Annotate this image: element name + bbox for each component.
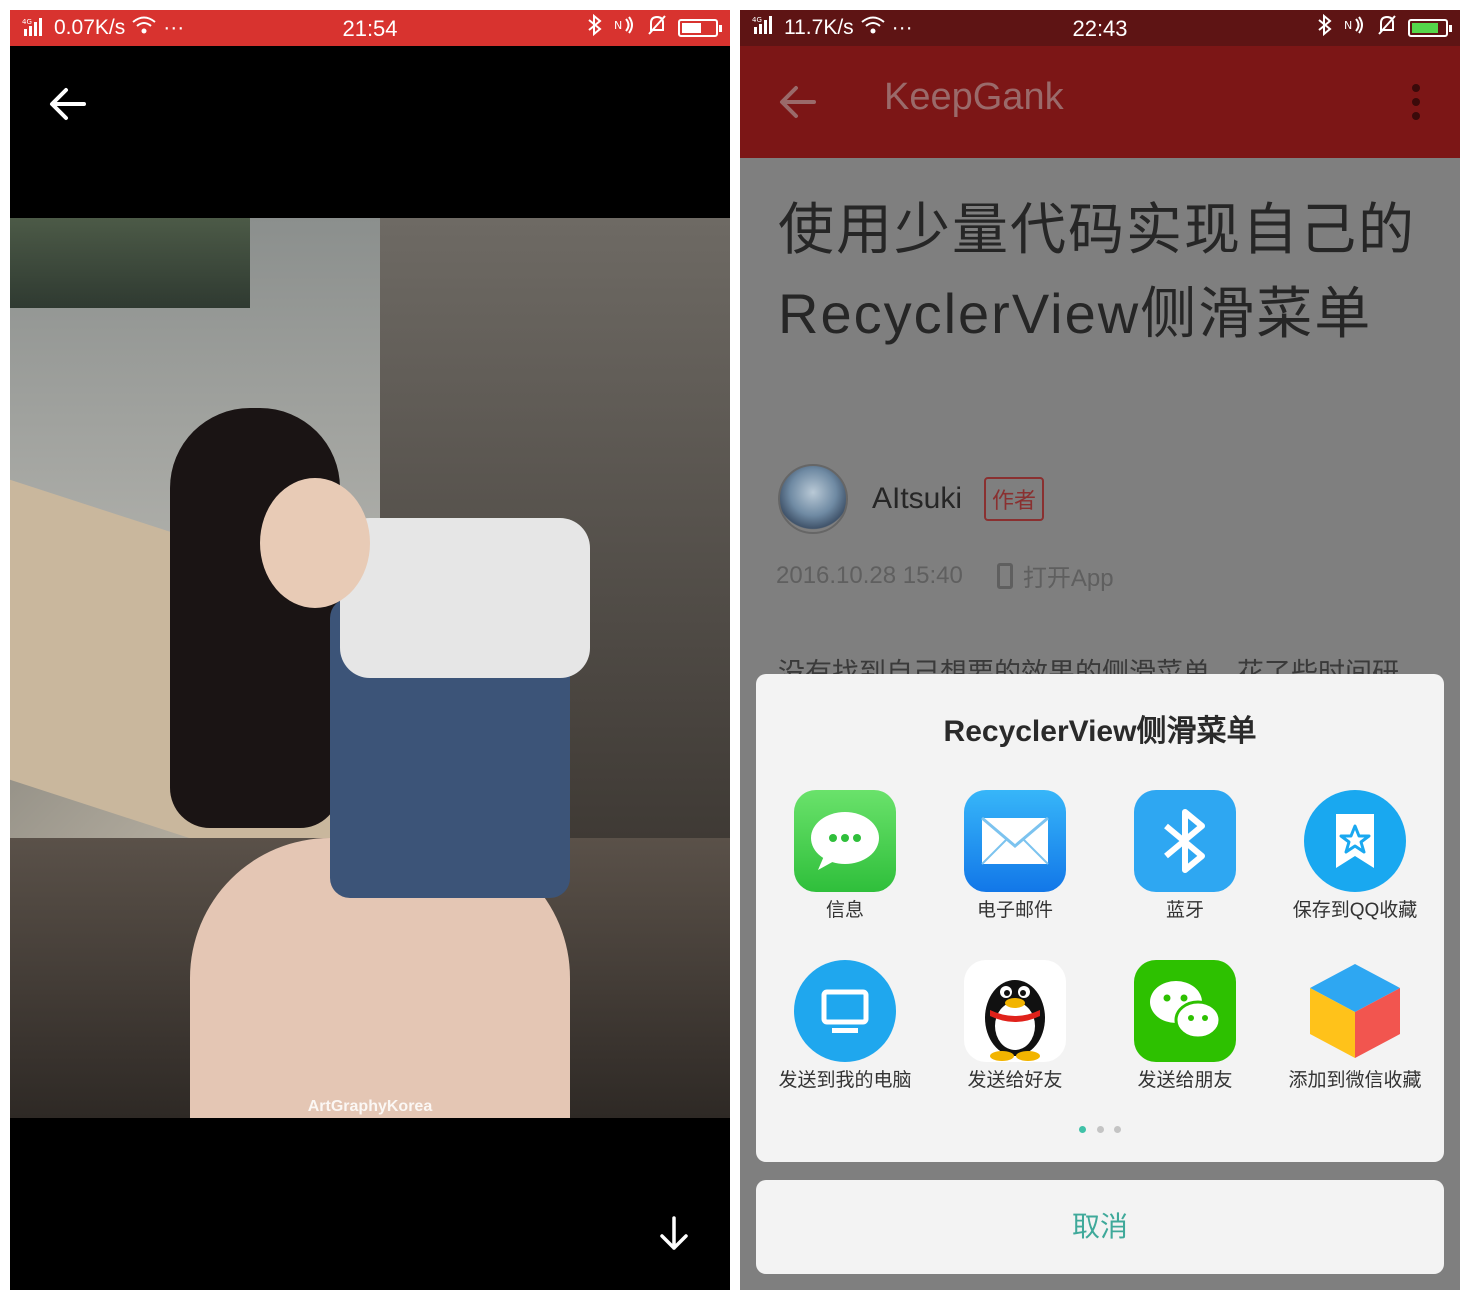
share-label: 发送给朋友 (1137, 1070, 1233, 1091)
open-app-link[interactable]: 打开App (1023, 558, 1114, 593)
messages-icon (794, 790, 896, 892)
bluetooth-icon (1134, 790, 1236, 892)
mute-icon (646, 14, 668, 42)
share-qq-favorites[interactable]: 保存到QQ收藏 (1280, 790, 1430, 922)
page-dot (1096, 1126, 1104, 1133)
page-indicator (756, 1120, 1444, 1138)
photo-watermark: ArtGraphyKorea (307, 1098, 433, 1115)
author-badge: 作者 (984, 477, 1045, 521)
meta-row: 2016.10.28 15:40 打开App (776, 558, 1114, 593)
share-my-computer[interactable]: 发送到我的电脑 (770, 960, 920, 1092)
back-arrow-icon[interactable] (46, 82, 90, 126)
article-title: 使用少量代码实现自己的RecyclerView侧滑菜单 (778, 198, 1416, 345)
nfc-icon: N (1344, 14, 1366, 42)
battery-charging-icon (1408, 19, 1452, 37)
share-wechat-favorites[interactable]: 添加到微信收藏 (1280, 960, 1430, 1092)
right-screen: 4G 11.7K/s ··· 22:43 N KeepGank 使用少量代码实现… (740, 10, 1460, 1290)
share-label: 发送给好友 (967, 1070, 1063, 1091)
share-mail[interactable]: 电子邮件 (940, 790, 1090, 922)
left-screen: 4G 0.07K/s ··· 21:54 N ArtGraphyKorea (10, 10, 730, 1290)
share-label: 保存到QQ收藏 (1292, 900, 1418, 921)
back-arrow-icon[interactable] (776, 82, 820, 122)
share-wechat-friend[interactable]: 发送给朋友 (1110, 960, 1260, 1092)
page-dot (1113, 1126, 1121, 1133)
battery-icon (678, 19, 722, 37)
share-label: 添加到微信收藏 (1288, 1070, 1422, 1091)
status-bar: 4G 11.7K/s ··· 22:43 N (740, 10, 1460, 46)
svg-text:N: N (614, 19, 622, 32)
wechat-icon (1134, 960, 1236, 1062)
qq-favorites-icon (1304, 790, 1406, 892)
share-sheet: RecyclerView侧滑菜单 信息 电子邮件 蓝牙 保存到QQ收藏 发送到我… (756, 674, 1444, 1162)
cancel-button[interactable]: 取消 (756, 1180, 1444, 1274)
more-options-icon[interactable] (1408, 84, 1424, 120)
toolbar: KeepGank (740, 46, 1460, 158)
share-label: 信息 (825, 900, 864, 921)
download-icon[interactable] (654, 1214, 694, 1254)
share-qq-friend[interactable]: 发送给好友 (940, 960, 1090, 1092)
wechat-favorites-icon (1304, 960, 1406, 1062)
nfc-icon: N (614, 14, 636, 42)
mail-icon (964, 790, 1066, 892)
publish-date: 2016.10.28 15:40 (776, 561, 963, 589)
mute-icon (1376, 14, 1398, 42)
share-label: 发送到我的电脑 (778, 1070, 912, 1091)
computer-icon (794, 960, 896, 1062)
page-dot (1079, 1126, 1087, 1133)
share-sheet-title: RecyclerView侧滑菜单 (943, 715, 1257, 748)
bluetooth-status-icon (1316, 13, 1334, 42)
author-row: AItsuki 作者 (778, 464, 1045, 534)
photo[interactable]: ArtGraphyKorea (10, 218, 730, 1118)
share-label: 蓝牙 (1165, 900, 1204, 921)
share-messages[interactable]: 信息 (770, 790, 920, 922)
status-bar: 4G 0.07K/s ··· 21:54 N (10, 10, 730, 46)
svg-text:N: N (1344, 19, 1352, 32)
status-right: N (1316, 10, 1452, 46)
share-label: 电子邮件 (976, 900, 1053, 921)
avatar[interactable] (778, 464, 848, 534)
share-bluetooth[interactable]: 蓝牙 (1110, 790, 1260, 922)
author-name[interactable]: AItsuki (872, 482, 962, 516)
status-right: N (586, 10, 722, 46)
phone-icon (996, 562, 1013, 589)
toolbar-title: KeepGank (884, 76, 1064, 118)
bluetooth-status-icon (586, 13, 604, 42)
qq-penguin-icon (964, 960, 1066, 1062)
